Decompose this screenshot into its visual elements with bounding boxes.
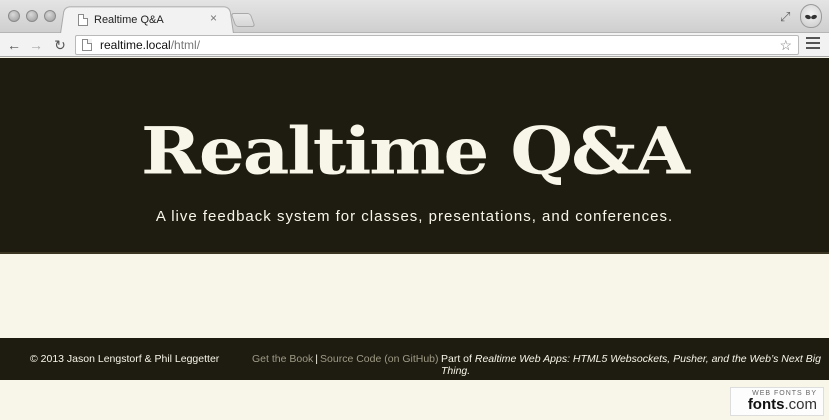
profile-avatar-icon[interactable] bbox=[800, 4, 822, 28]
close-window-button[interactable] bbox=[8, 10, 20, 22]
fullscreen-icon[interactable]: ⤢ bbox=[780, 9, 790, 25]
tab-title: Realtime Q&A bbox=[94, 14, 164, 26]
tagline: A live feedback system for classes, pres… bbox=[155, 208, 674, 225]
close-tab-icon[interactable]: × bbox=[210, 12, 217, 24]
zoom-window-button[interactable] bbox=[44, 10, 56, 22]
badge-logo-main: fonts bbox=[747, 396, 785, 413]
star-icon[interactable]: ☆ bbox=[779, 37, 792, 54]
title-bar: Realtime Q&A × ⤢ bbox=[0, 0, 829, 35]
new-tab-button[interactable] bbox=[230, 13, 256, 27]
get-the-book-link[interactable]: Get the Book bbox=[252, 353, 313, 365]
menu-icon[interactable] bbox=[806, 37, 820, 52]
tab-content: Realtime Q&A bbox=[72, 11, 164, 29]
browser-window: Realtime Q&A × ⤢ ← → ↻ realtime.local/ht… bbox=[0, 0, 829, 420]
copyright: © 2013 Jason Lengstorf & Phil Leggetter bbox=[30, 353, 220, 365]
minimize-window-button[interactable] bbox=[26, 10, 38, 22]
fonts-com-badge[interactable]: WEB FONTS BY fonts.com bbox=[730, 387, 824, 416]
url-host: realtime.local bbox=[100, 38, 171, 52]
badge-logo: fonts.com bbox=[731, 397, 817, 413]
page-footer: © 2013 Jason Lengstorf & Phil Leggetter … bbox=[0, 338, 829, 380]
reload-icon[interactable]: ↻ bbox=[52, 36, 68, 54]
footer-links: Get the Book | Source Code (on GitHub) bbox=[252, 353, 439, 365]
site-logo: Realtime Q&A bbox=[141, 112, 690, 189]
url-text: realtime.local/html/ bbox=[100, 38, 200, 52]
part-of-prefix: Part of bbox=[441, 353, 475, 365]
hero-header: Realtime Q&A A live feedback system for … bbox=[0, 58, 829, 254]
back-arrow-icon[interactable]: ← bbox=[6, 36, 22, 54]
book-title: Realtime Web Apps: HTML5 Websockets, Pus… bbox=[441, 353, 821, 377]
part-of-text: Part of Realtime Web Apps: HTML5 Websock… bbox=[441, 353, 829, 377]
page-bottom bbox=[0, 380, 829, 420]
browser-toolbar: ← → ↻ realtime.local/html/ ☆ bbox=[0, 33, 829, 57]
main-content bbox=[0, 254, 829, 338]
page-icon bbox=[78, 14, 88, 26]
page-icon bbox=[82, 39, 92, 51]
forward-arrow-icon[interactable]: → bbox=[28, 36, 44, 54]
url-path: /html/ bbox=[170, 38, 201, 52]
address-bar[interactable]: realtime.local/html/ ☆ bbox=[75, 35, 799, 55]
link-separator: | bbox=[315, 353, 319, 365]
badge-logo-suffix: .com bbox=[784, 396, 817, 413]
source-code-link[interactable]: Source Code (on GitHub) bbox=[320, 353, 438, 365]
